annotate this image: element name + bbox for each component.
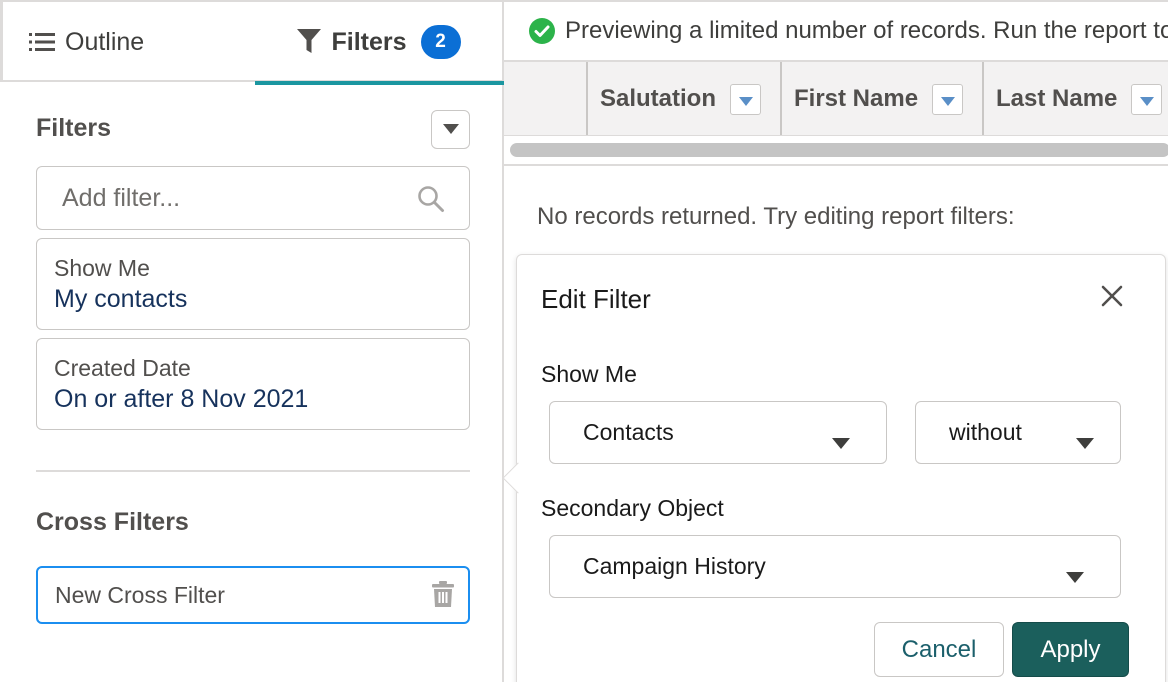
chevron-down-icon (1139, 85, 1154, 113)
filters-heading: Filters (36, 114, 112, 142)
row-number-column (504, 62, 586, 135)
chevron-down-icon (738, 85, 753, 113)
list-icon (29, 32, 55, 52)
filter-card-value: My contacts (54, 285, 188, 313)
relation-select-value: without (949, 419, 1022, 445)
filter-panel: Outline Filters 2 Filters Add filter... (0, 0, 505, 682)
cancel-button[interactable]: Cancel (874, 622, 1004, 677)
column-header-last-name[interactable]: Last Name (982, 62, 1168, 135)
success-check-icon (529, 18, 555, 44)
filter-card-created-date[interactable]: Created Date On or after 8 Nov 2021 (36, 338, 470, 430)
tab-filters[interactable]: Filters 2 (255, 2, 505, 85)
trash-icon[interactable] (432, 581, 454, 613)
filters-menu-button[interactable] (431, 110, 470, 149)
cross-filter-label: New Cross Filter (55, 581, 225, 608)
chevron-down-icon (1066, 562, 1084, 589)
filter-card-value: On or after 8 Nov 2021 (54, 385, 309, 413)
add-filter-placeholder: Add filter... (62, 183, 181, 212)
section-divider (36, 470, 470, 472)
relation-select[interactable]: without (915, 401, 1121, 464)
chevron-down-icon (1076, 428, 1094, 455)
secondary-object-select[interactable]: Campaign History (549, 535, 1121, 598)
column-menu-button[interactable] (932, 83, 964, 115)
apply-button[interactable]: Apply (1012, 622, 1129, 677)
preview-banner: Previewing a limited number of records. … (504, 0, 1168, 62)
add-filter-input[interactable]: Add filter... (36, 166, 470, 230)
filter-card-label: Show Me (54, 255, 150, 281)
show-me-select[interactable]: Contacts (549, 401, 887, 464)
no-records-message: No records returned. Try editing report … (537, 203, 1015, 230)
column-header-label: Last Name (996, 85, 1118, 112)
edit-filter-popover: Edit Filter Show Me Contacts without Sec… (502, 254, 1166, 682)
show-me-label: Show Me (541, 361, 637, 387)
report-grid-header: Salutation First Name Last Name (504, 62, 1168, 136)
grid-divider (504, 164, 1168, 166)
column-header-label: First Name (794, 85, 919, 112)
secondary-object-select-value: Campaign History (583, 553, 766, 579)
close-icon[interactable] (1101, 285, 1123, 312)
report-preview: Previewing a limited number of records. … (502, 0, 1168, 682)
cross-filter-item[interactable]: New Cross Filter (36, 566, 470, 624)
popover-title: Edit Filter (541, 284, 651, 314)
tab-outline-label: Outline (65, 27, 145, 56)
secondary-object-label: Secondary Object (541, 495, 724, 521)
horizontal-scrollbar[interactable] (510, 143, 1168, 157)
column-header-label: Salutation (600, 85, 717, 112)
chevron-down-icon (940, 85, 955, 113)
popover-pointer (502, 462, 534, 494)
cross-filters-heading: Cross Filters (36, 508, 189, 536)
filter-card-show-me[interactable]: Show Me My contacts (36, 238, 470, 330)
tab-filters-label: Filters (331, 27, 407, 56)
column-header-salutation[interactable]: Salutation (586, 62, 780, 135)
filter-count-badge: 2 (420, 25, 461, 59)
filter-card-label: Created Date (54, 355, 191, 381)
column-header-first-name[interactable]: First Name (780, 62, 982, 135)
show-me-select-value: Contacts (583, 419, 674, 445)
chevron-down-icon (832, 428, 850, 455)
preview-banner-text: Previewing a limited number of records. … (565, 17, 1168, 44)
search-icon (417, 185, 445, 220)
panel-tabs: Outline Filters 2 (0, 0, 505, 85)
funnel-icon (297, 29, 322, 55)
column-menu-button[interactable] (1131, 83, 1163, 115)
chevron-down-icon (442, 121, 459, 139)
column-menu-button[interactable] (730, 83, 762, 115)
tab-outline[interactable]: Outline (3, 2, 255, 82)
